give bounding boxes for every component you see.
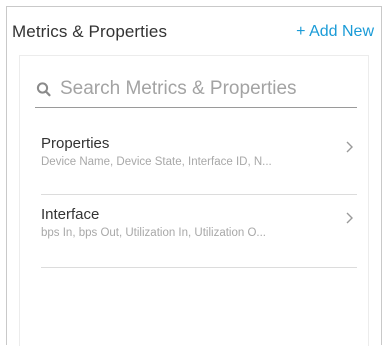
list-item-title: Properties xyxy=(41,135,110,152)
panel-header: Metrics & Properties + Add New xyxy=(7,7,381,53)
list-item-subtitle: bps In, bps Out, Utilization In, Utiliza… xyxy=(41,227,266,239)
metrics-list: Properties Device Name, Device State, In… xyxy=(41,126,357,268)
list-item-interface[interactable]: Interface bps In, bps Out, Utilization I… xyxy=(41,195,357,268)
metrics-properties-panel: Metrics & Properties + Add New Propertie… xyxy=(6,6,382,346)
chevron-right-icon xyxy=(345,211,355,225)
search-bar[interactable] xyxy=(35,70,357,108)
chevron-right-icon xyxy=(345,140,355,154)
metrics-picker: Properties Device Name, Device State, In… xyxy=(19,55,369,346)
search-input[interactable] xyxy=(60,77,350,100)
list-item-subtitle: Device Name, Device State, Interface ID,… xyxy=(41,156,272,168)
list-item-properties[interactable]: Properties Device Name, Device State, In… xyxy=(41,126,357,195)
search-icon xyxy=(36,80,52,98)
list-item-title: Interface xyxy=(41,206,100,223)
add-new-button[interactable]: + Add New xyxy=(296,23,374,41)
panel-title: Metrics & Properties xyxy=(12,22,168,41)
